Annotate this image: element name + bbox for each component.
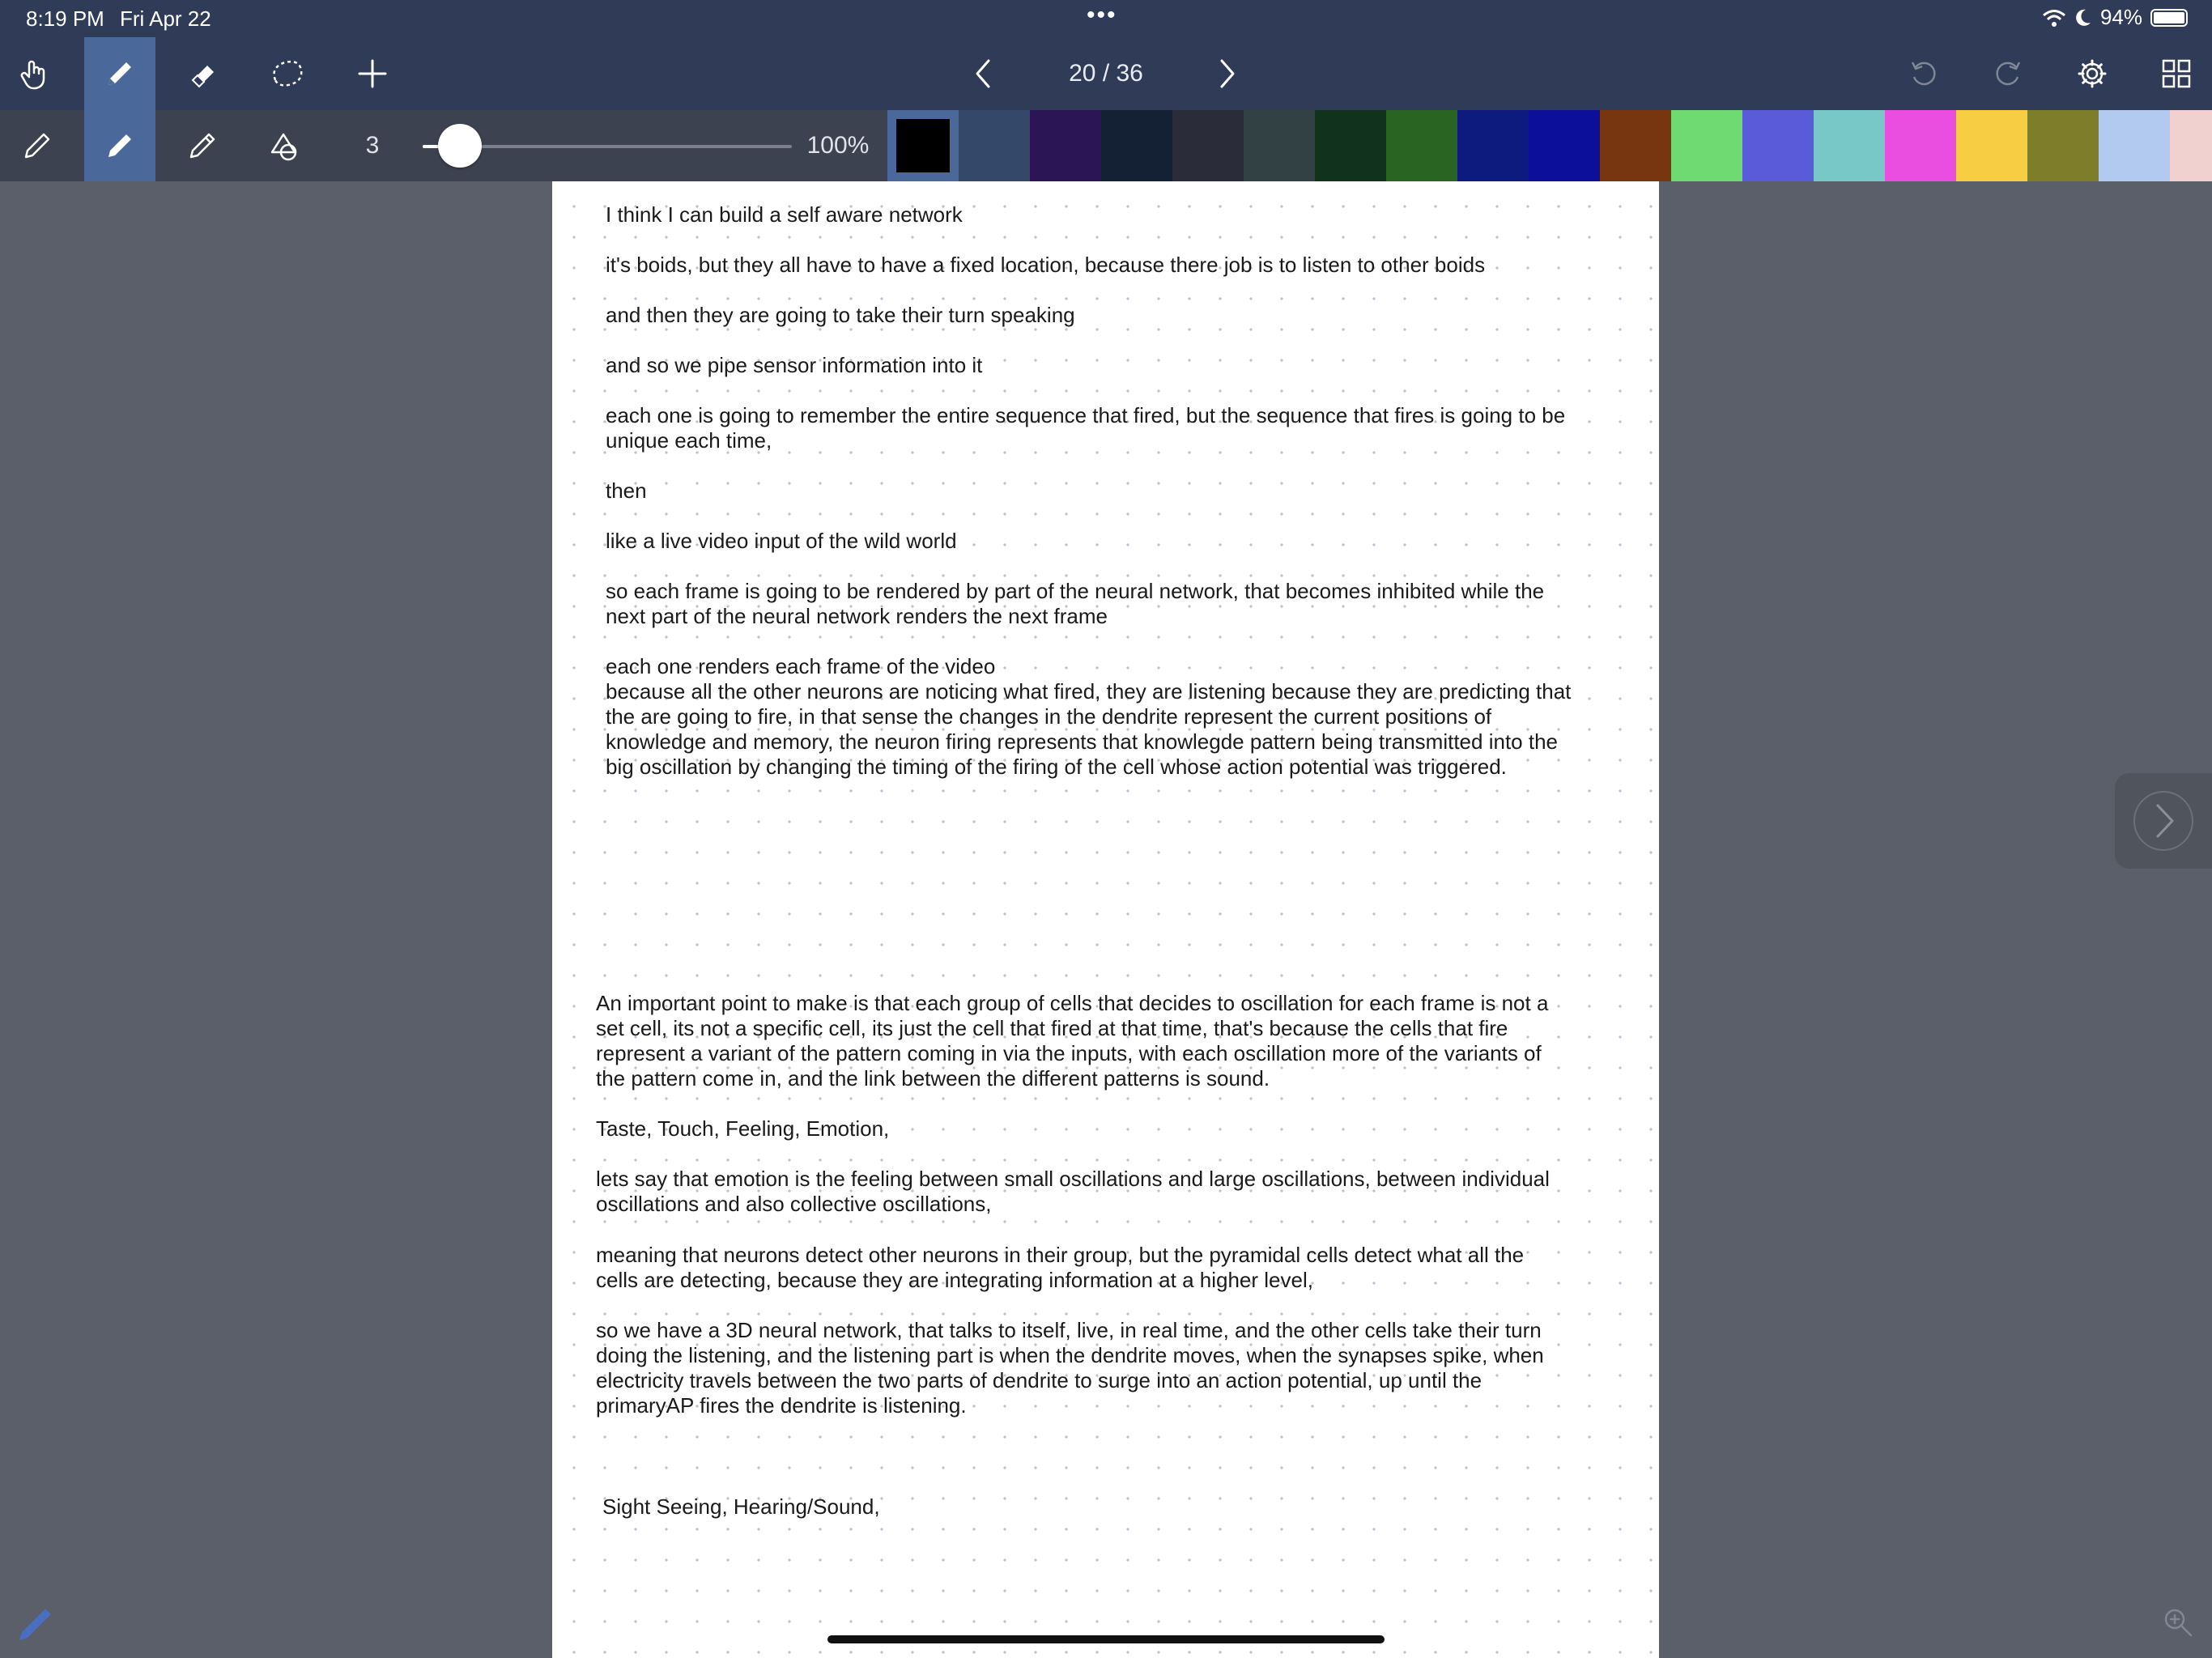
previous-page-button[interactable] bbox=[947, 37, 1019, 110]
note-paragraph[interactable]: meaning that neurons detect other neuron… bbox=[596, 1243, 1524, 1293]
battery-icon bbox=[2150, 8, 2188, 27]
chevron-left-icon bbox=[976, 59, 990, 88]
color-swatch[interactable] bbox=[1600, 110, 1671, 181]
color-swatch[interactable] bbox=[1386, 110, 1457, 181]
chevron-right-circle-icon bbox=[2133, 791, 2193, 851]
status-right: 94% bbox=[2042, 5, 2188, 30]
color-swatch[interactable] bbox=[1671, 110, 1742, 181]
home-indicator[interactable] bbox=[827, 1635, 1385, 1643]
grid-icon bbox=[2162, 59, 2191, 88]
add-button[interactable] bbox=[337, 37, 408, 110]
color-swatch[interactable] bbox=[1030, 110, 1101, 181]
redo-button[interactable] bbox=[1972, 37, 2044, 110]
status-time: 8:19 PM bbox=[26, 6, 104, 31]
next-page-tab[interactable] bbox=[2115, 773, 2212, 869]
notebook-page[interactable]: I think I can build a self aware network… bbox=[552, 181, 1659, 1658]
pen-toolbar: 3 100% bbox=[0, 110, 2212, 181]
note-paragraph[interactable]: so each frame is going to be rendered by… bbox=[606, 579, 1544, 629]
color-swatch[interactable] bbox=[1101, 110, 1172, 181]
wifi-icon bbox=[2042, 9, 2065, 27]
moon-icon bbox=[2076, 9, 2091, 26]
note-paragraph[interactable]: Sight Seeing, Hearing/Sound, bbox=[602, 1494, 880, 1520]
color-swatch[interactable] bbox=[1814, 110, 1885, 181]
color-swatch[interactable] bbox=[1457, 110, 1529, 181]
lasso-icon bbox=[273, 60, 303, 87]
undo-button[interactable] bbox=[1888, 37, 1959, 110]
pencil-hover-icon[interactable] bbox=[15, 1605, 55, 1645]
pen-icon bbox=[108, 62, 131, 85]
settings-button[interactable] bbox=[2057, 37, 2128, 110]
multitasking-dots[interactable]: ••• bbox=[1087, 2, 1117, 29]
hand-icon bbox=[20, 60, 45, 90]
page-overview-button[interactable] bbox=[2141, 37, 2212, 110]
redo-icon bbox=[1996, 62, 2021, 86]
pen-thickness-slider[interactable] bbox=[423, 124, 792, 168]
color-swatch[interactable] bbox=[2027, 110, 2099, 181]
note-paragraph[interactable]: it's boids, but they all have to have a … bbox=[606, 253, 1485, 278]
note-paragraph[interactable]: lets say that emotion is the feeling bet… bbox=[596, 1167, 1550, 1217]
zoom-level[interactable]: 100% bbox=[802, 110, 874, 181]
color-swatch[interactable] bbox=[1244, 110, 1315, 181]
status-bar: 8:19 PM Fri Apr 22 ••• 94% bbox=[0, 0, 2212, 37]
page-indicator[interactable]: 20 / 36 bbox=[1025, 37, 1187, 110]
battery-percent: 94% bbox=[2099, 5, 2142, 29]
chevron-right-icon bbox=[1220, 59, 1235, 88]
marker-pen-button[interactable] bbox=[84, 110, 155, 181]
color-swatch[interactable] bbox=[1956, 110, 2027, 181]
color-swatch[interactable] bbox=[1172, 110, 1244, 181]
note-paragraph[interactable]: and so we pipe sensor information into i… bbox=[606, 353, 982, 378]
hand-tool-button[interactable] bbox=[0, 37, 71, 110]
shapes-button[interactable] bbox=[249, 110, 321, 181]
note-paragraph[interactable]: and then they are going to take their tu… bbox=[606, 303, 1075, 328]
pencil-icon bbox=[189, 133, 215, 159]
zoom-in-icon[interactable] bbox=[2162, 1606, 2194, 1639]
plus-icon bbox=[358, 59, 387, 88]
note-paragraph[interactable]: so we have a 3D neural network, that tal… bbox=[596, 1318, 1544, 1418]
color-swatch[interactable] bbox=[887, 110, 959, 181]
color-swatch[interactable] bbox=[2170, 110, 2212, 181]
selected-color-fill bbox=[896, 119, 950, 172]
eraser-icon bbox=[191, 66, 214, 88]
main-toolbar: 20 / 36 bbox=[0, 37, 2212, 110]
pen-thickness-value: 3 bbox=[365, 132, 380, 159]
fine-pen-icon bbox=[24, 133, 50, 159]
color-swatch[interactable] bbox=[1315, 110, 1386, 181]
color-swatch[interactable] bbox=[1529, 110, 1600, 181]
note-paragraph[interactable]: An important point to make is that each … bbox=[596, 991, 1548, 1091]
status-date: Fri Apr 22 bbox=[120, 6, 211, 31]
color-swatch[interactable] bbox=[2099, 110, 2170, 181]
fine-pen-button[interactable] bbox=[2, 110, 73, 181]
note-paragraph[interactable]: I think I can build a self aware network bbox=[606, 202, 963, 227]
marker-pen-icon bbox=[108, 134, 131, 157]
color-swatch[interactable] bbox=[1742, 110, 1814, 181]
lasso-tool-button[interactable] bbox=[251, 37, 322, 110]
color-swatch[interactable] bbox=[959, 110, 1030, 181]
note-paragraph[interactable]: each one renders each frame of the video… bbox=[606, 654, 1571, 780]
eraser-tool-button[interactable] bbox=[167, 37, 238, 110]
pencil-button[interactable] bbox=[167, 110, 238, 181]
gear-icon bbox=[2078, 59, 2107, 88]
note-paragraph[interactable]: Taste, Touch, Feeling, Emotion, bbox=[596, 1116, 889, 1141]
shapes-icon bbox=[270, 133, 297, 161]
next-page-button[interactable] bbox=[1192, 37, 1263, 110]
undo-icon bbox=[1911, 62, 1936, 86]
pen-tool-button[interactable] bbox=[84, 37, 155, 110]
slider-knob[interactable] bbox=[437, 124, 482, 168]
note-paragraph[interactable]: then bbox=[606, 478, 647, 504]
note-paragraph[interactable]: each one is going to remember the entire… bbox=[606, 403, 1565, 453]
note-paragraph[interactable]: like a live video input of the wild worl… bbox=[606, 529, 957, 554]
color-swatch[interactable] bbox=[1885, 110, 1956, 181]
